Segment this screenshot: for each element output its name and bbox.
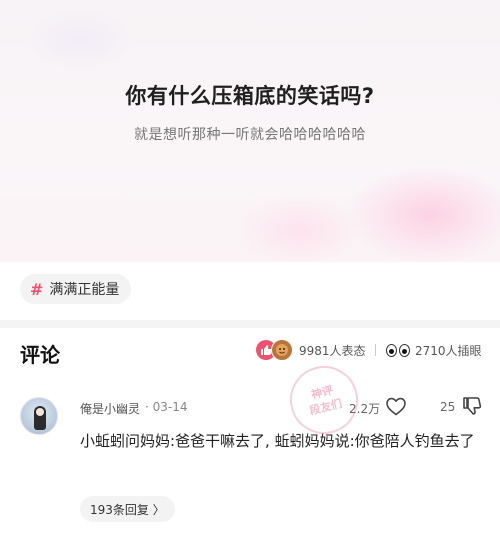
comment-username[interactable]: 俺是小幽灵	[80, 400, 140, 417]
thumbs-down-icon[interactable]	[461, 394, 483, 418]
section-divider	[0, 320, 500, 328]
emoji-reaction-icon	[271, 339, 293, 361]
eyes-icon	[386, 343, 410, 357]
like-count: 2.2万	[349, 402, 381, 416]
question-subtitle: 就是想听那种一听就会哈哈哈哈哈哈	[134, 127, 366, 143]
eyes-count: 2710人插眼	[415, 343, 482, 358]
comments-title: 评论	[20, 343, 60, 367]
replies-label: 193条回复 〉	[90, 502, 165, 517]
reactions-count: 9981人表态	[299, 343, 366, 358]
reactions-summary[interactable]: 9981人表态	[256, 338, 366, 362]
dislike-count: 25	[440, 400, 456, 414]
comment-date: · 03-14	[145, 400, 188, 414]
topic-tag[interactable]: # 满满正能量	[20, 274, 132, 304]
view-replies-button[interactable]: 193条回复 〉	[80, 496, 175, 522]
heart-like-icon[interactable]	[384, 394, 408, 418]
hash-icon: #	[30, 279, 44, 299]
comment-text: 小蚯蚓问妈妈:爸爸干嘛去了, 蚯蚓妈妈说:你爸陪人钓鱼去了	[80, 432, 475, 450]
comment-item: 俺是小幽灵 · 03-14 2.2万 25 小蚯蚓问妈妈:爸爸干嘛去了, 蚯蚓妈…	[0, 388, 500, 548]
comments-header: 评论 9981人表态 2710人插眼	[0, 328, 500, 374]
topic-label: 满满正能量	[49, 282, 120, 298]
header-separator	[375, 344, 376, 356]
question-title: 你有什么压箱底的笑话吗?	[125, 84, 375, 108]
avatar[interactable]	[20, 397, 58, 435]
question-banner: 你有什么压箱底的笑话吗? 就是想听那种一听就会哈哈哈哈哈哈	[0, 0, 500, 262]
bookmark-eyes-summary[interactable]: 2710人插眼	[386, 338, 482, 362]
